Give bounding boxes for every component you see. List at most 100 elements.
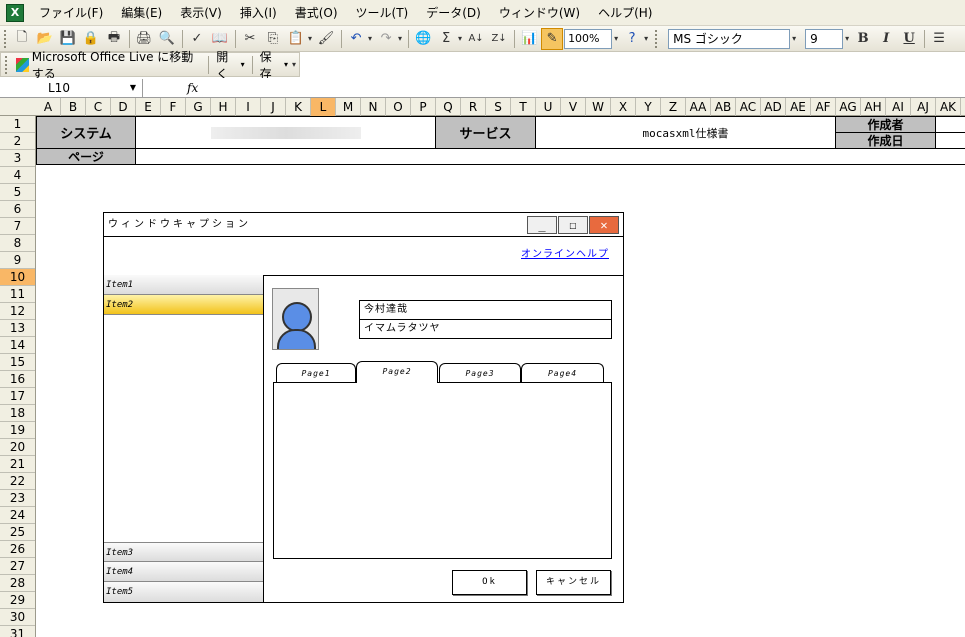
row-header-1[interactable]: 1	[0, 116, 35, 133]
sort-ascending-icon[interactable]: A↓	[465, 28, 487, 50]
column-header-o[interactable]: O	[386, 98, 411, 116]
page-label-cell[interactable]: ページ	[36, 148, 136, 165]
column-header-ah[interactable]: AH	[861, 98, 886, 116]
help-icon[interactable]: ?	[621, 28, 643, 50]
nav-item-5[interactable]: Item5	[104, 582, 263, 602]
italic-button[interactable]: I	[875, 28, 897, 50]
column-header-af[interactable]: AF	[811, 98, 836, 116]
tab-page3[interactable]: Page3	[439, 363, 521, 383]
copy-icon[interactable]: ⎘	[262, 28, 284, 50]
research-icon[interactable]: 📖	[209, 28, 231, 50]
column-header-ak[interactable]: AK	[936, 98, 961, 116]
column-header-v[interactable]: V	[561, 98, 586, 116]
column-header-x[interactable]: X	[611, 98, 636, 116]
date-value-cell[interactable]	[935, 132, 965, 149]
zoom-dropdown-icon[interactable]: ▾	[614, 34, 618, 43]
menu-window[interactable]: ウィンドウ(W)	[490, 2, 589, 24]
sort-descending-icon[interactable]: Z↓	[488, 28, 510, 50]
nav-item-2[interactable]: Item2	[104, 295, 263, 315]
cancel-button[interactable]: キャンセル	[536, 570, 611, 595]
row-header-29[interactable]: 29	[0, 592, 35, 609]
row-header-2[interactable]: 2	[0, 133, 35, 150]
column-header-f[interactable]: F	[161, 98, 186, 116]
column-header-ab[interactable]: AB	[711, 98, 736, 116]
date-label-cell[interactable]: 作成日	[835, 132, 936, 149]
menu-edit[interactable]: 編集(E)	[112, 2, 171, 24]
column-header-n[interactable]: N	[361, 98, 386, 116]
row-header-3[interactable]: 3	[0, 150, 35, 167]
ok-button[interactable]: Ok	[452, 570, 527, 595]
font-name-select[interactable]: MS ゴシック	[668, 28, 791, 49]
save-icon[interactable]: 💾	[57, 28, 79, 50]
menu-file[interactable]: ファイル(F)	[30, 2, 112, 24]
maximize-icon[interactable]: ☐	[558, 216, 588, 234]
open-menu-button[interactable]: 開く ▾	[212, 48, 248, 82]
permission-icon[interactable]: 🔒	[80, 28, 102, 50]
underline-button[interactable]: U	[898, 28, 920, 50]
row-header-27[interactable]: 27	[0, 558, 35, 575]
toolbar-grip[interactable]	[655, 29, 658, 48]
hyperlink-icon[interactable]: 🌐	[412, 28, 434, 50]
column-header-w[interactable]: W	[586, 98, 611, 116]
row-header-16[interactable]: 16	[0, 371, 35, 388]
row-header-9[interactable]: 9	[0, 252, 35, 269]
office-live-button[interactable]: Microsoft Office Live に移動する	[12, 48, 205, 82]
row-header-19[interactable]: 19	[0, 422, 35, 439]
undo-dropdown-icon[interactable]: ▾	[368, 34, 372, 43]
undo-icon[interactable]: ↶	[345, 28, 367, 50]
row-header-13[interactable]: 13	[0, 320, 35, 337]
row-header-14[interactable]: 14	[0, 337, 35, 354]
help-dropdown-icon[interactable]: ▾	[644, 34, 648, 43]
row-header-4[interactable]: 4	[0, 167, 35, 184]
menu-tools[interactable]: ツール(T)	[347, 2, 418, 24]
column-header-s[interactable]: S	[486, 98, 511, 116]
close-icon[interactable]: ✕	[589, 216, 619, 234]
kana-field[interactable]: イマムラタツヤ	[359, 319, 612, 339]
column-header-ag[interactable]: AG	[836, 98, 861, 116]
system-value-cell[interactable]	[135, 116, 436, 149]
name-box[interactable]: L10 ▼	[0, 78, 143, 97]
new-file-icon[interactable]: 🗋	[11, 28, 33, 50]
paste-dropdown-icon[interactable]: ▾	[308, 34, 312, 43]
row-header-17[interactable]: 17	[0, 388, 35, 405]
row-header-18[interactable]: 18	[0, 405, 35, 422]
drawing-icon[interactable]: ✎	[541, 27, 564, 50]
column-header-d[interactable]: D	[111, 98, 136, 116]
row-header-24[interactable]: 24	[0, 507, 35, 524]
service-value-cell[interactable]: mocasxml仕様書	[535, 116, 836, 149]
row-header-11[interactable]: 11	[0, 286, 35, 303]
font-size-select[interactable]: 9	[805, 28, 844, 49]
minimize-icon[interactable]: _	[527, 216, 557, 234]
row-header-31[interactable]: 31	[0, 626, 35, 637]
column-header-c[interactable]: C	[86, 98, 111, 116]
save-menu-button[interactable]: 保存 ▾	[256, 48, 292, 82]
row-header-7[interactable]: 7	[0, 218, 35, 235]
row-header-26[interactable]: 26	[0, 541, 35, 558]
nav-item-4[interactable]: Item4	[104, 562, 263, 582]
row-header-25[interactable]: 25	[0, 524, 35, 541]
system-label-cell[interactable]: システム	[36, 116, 136, 149]
column-header-r[interactable]: R	[461, 98, 486, 116]
page-value-cell[interactable]	[135, 148, 965, 165]
column-header-ai[interactable]: AI	[886, 98, 911, 116]
row-header-12[interactable]: 12	[0, 303, 35, 320]
menu-view[interactable]: 表示(V)	[171, 2, 231, 24]
column-header-l[interactable]: L	[311, 98, 336, 116]
chart-wizard-icon[interactable]: 📊	[518, 28, 540, 50]
autosum-dropdown-icon[interactable]: ▾	[458, 34, 462, 43]
column-header-i[interactable]: I	[236, 98, 261, 116]
column-header-p[interactable]: P	[411, 98, 436, 116]
tab-page1[interactable]: Page1	[276, 363, 356, 383]
column-header-m[interactable]: M	[336, 98, 361, 116]
column-header-q[interactable]: Q	[436, 98, 461, 116]
menu-format[interactable]: 書式(O)	[286, 2, 347, 24]
row-header-8[interactable]: 8	[0, 235, 35, 252]
print-icon[interactable]: 🖶	[103, 28, 125, 50]
column-header-z[interactable]: Z	[661, 98, 686, 116]
tab-page2[interactable]: Page2	[356, 361, 438, 383]
tab-page4[interactable]: Page4	[521, 363, 604, 383]
open-folder-icon[interactable]: 📂	[34, 28, 56, 50]
print-preview-icon[interactable]: 🖨	[133, 28, 155, 50]
function-icon[interactable]: fx	[187, 81, 198, 95]
column-header-e[interactable]: E	[136, 98, 161, 116]
